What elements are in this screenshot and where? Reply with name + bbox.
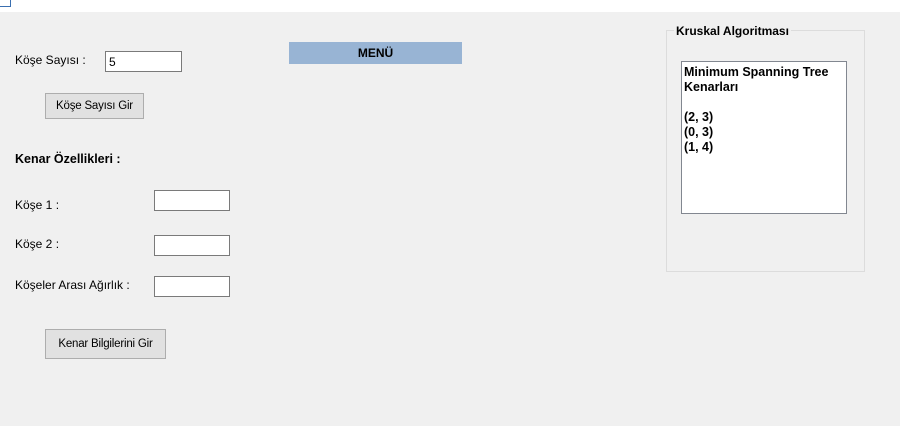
list-item[interactable]: (0, 3) (684, 125, 846, 140)
vertex-count-label: Köşe Sayısı : (15, 53, 86, 67)
vertex-count-input[interactable] (105, 51, 182, 72)
list-item[interactable]: (1, 4) (684, 140, 846, 155)
weight-label: Köşeler Arası Ağırlık : (15, 278, 130, 292)
title-bar (0, 0, 900, 12)
edge-properties-heading: Kenar Özellikleri : (15, 152, 121, 166)
list-item[interactable] (684, 95, 846, 110)
weight-input[interactable] (154, 276, 230, 297)
vertex2-label: Köşe 2 : (15, 237, 60, 251)
menu-header[interactable]: MENÜ (289, 42, 462, 64)
list-item[interactable]: Minimum Spanning Tree (684, 65, 846, 80)
main-form: Köşe Sayısı : Köşe Sayısı Gir MENÜ Kenar… (0, 12, 900, 426)
list-item[interactable]: Kenarları (684, 80, 846, 95)
vertex1-label: Köşe 1 : (15, 198, 60, 212)
vertex-count-submit-button[interactable]: Köşe Sayısı Gir (45, 93, 144, 119)
kruskal-group-title: Kruskal Algoritması (674, 24, 791, 38)
mst-result-listbox[interactable]: Minimum Spanning Tree Kenarları (2, 3) (… (681, 61, 847, 214)
vertex2-input[interactable] (154, 235, 230, 256)
vertex1-input[interactable] (154, 190, 230, 211)
list-item[interactable]: (2, 3) (684, 110, 846, 125)
app-icon (0, 0, 11, 7)
edge-submit-button[interactable]: Kenar Bilgilerini Gir (45, 329, 166, 359)
